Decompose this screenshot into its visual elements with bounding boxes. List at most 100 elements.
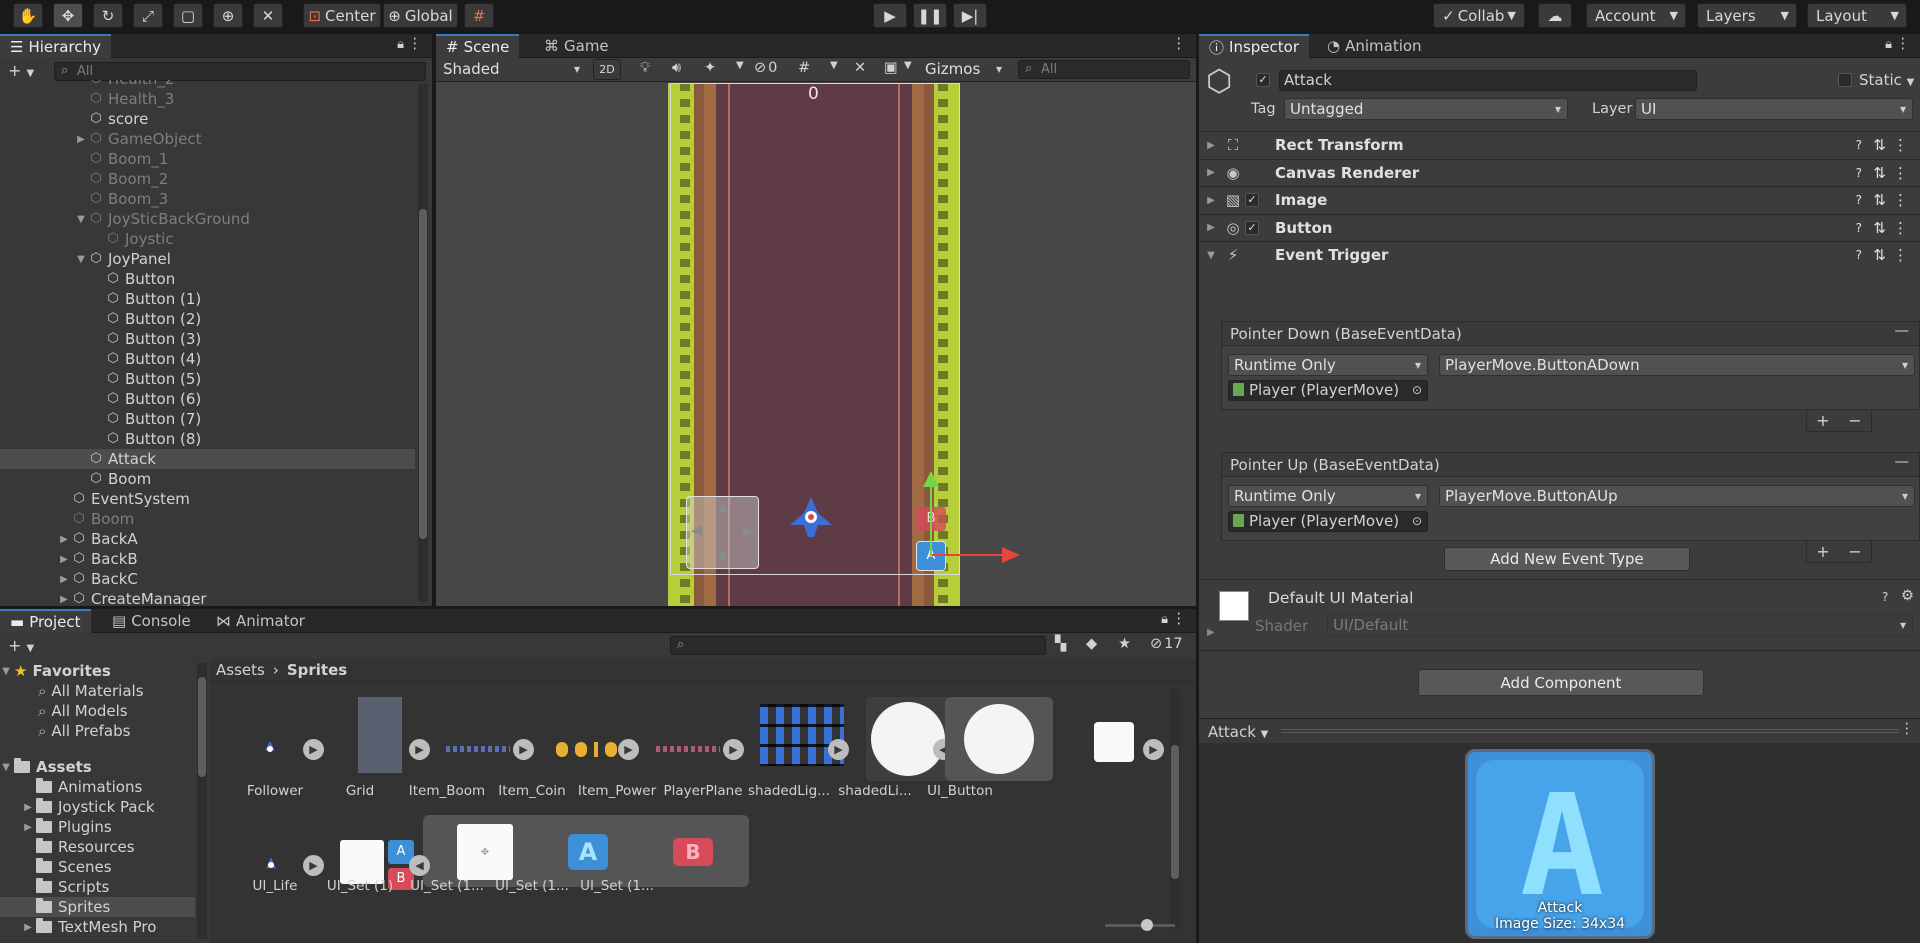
favorite-item[interactable]: ⌕ All Materials <box>0 681 195 701</box>
folder-item[interactable]: ▶ Plugins <box>0 817 195 837</box>
static-dropdown[interactable]: Static ▼ <box>1859 71 1914 89</box>
expand-open-icon[interactable]: ▼ <box>75 214 87 225</box>
breadcrumb-sprites[interactable]: Sprites <box>287 661 347 679</box>
move-gizmo-y-arrow[interactable] <box>923 471 939 487</box>
play-icon[interactable]: ▶ <box>618 739 639 760</box>
shading-dropdown[interactable]: Shaded <box>438 59 586 81</box>
preset-icon[interactable]: ⇅ <box>1873 136 1886 154</box>
hierarchy-item[interactable]: ▼ ⬡ JoySticBackGround <box>0 209 415 229</box>
help-icon[interactable]: ? <box>1856 193 1862 207</box>
audio-icon[interactable]: 🔊︎ <box>672 60 681 76</box>
gear-icon[interactable]: ⚙ <box>1901 588 1914 604</box>
lock-icon[interactable]: 🔒︎ <box>1161 612 1168 627</box>
function-dropdown[interactable]: PlayerMove.ButtonAUp <box>1439 485 1915 507</box>
asset-label[interactable]: UI_Set (1) <box>310 878 410 894</box>
component-enabled-checkbox[interactable]: ✓ <box>1245 220 1259 235</box>
preview-drag-handle[interactable] <box>1281 729 1899 733</box>
asset-label[interactable]: shadedLig... <box>739 783 839 799</box>
expand-closed-icon[interactable]: ▶ <box>58 534 70 545</box>
preset-icon[interactable]: ⇅ <box>1873 219 1886 237</box>
tree-scrollbar[interactable] <box>197 663 207 939</box>
play-icon[interactable]: ◀ <box>409 855 430 876</box>
chevron-down-icon[interactable]: ▼ <box>904 60 912 71</box>
preset-icon[interactable]: ⇅ <box>1873 164 1886 182</box>
joystick-panel[interactable]: ▲ ▼ ◀ ▶ <box>686 496 759 569</box>
play-icon[interactable]: ▶ <box>723 739 744 760</box>
more-icon[interactable]: ⋮ <box>1893 164 1908 182</box>
hierarchy-item[interactable]: ⬡ Button (7) <box>0 409 415 429</box>
hierarchy-item[interactable]: ⬡ Attack <box>0 449 415 469</box>
more-icon[interactable]: ⋮ <box>1893 191 1908 209</box>
target-object-field[interactable]: Player (PlayerMove) ⊙ <box>1228 511 1428 532</box>
help-icon[interactable]: ? <box>1856 248 1862 262</box>
hierarchy-item[interactable]: ⬡ Boom <box>0 509 415 529</box>
lock-icon[interactable]: 🔒︎ <box>1885 37 1892 52</box>
hierarchy-item[interactable]: ▶ ⬡ BackB <box>0 549 415 569</box>
hierarchy-item[interactable]: ⬡ Boom_2 <box>0 169 415 189</box>
expand-closed-icon[interactable]: ▶ <box>1201 140 1221 151</box>
preset-icon[interactable]: ⇅ <box>1873 191 1886 209</box>
hierarchy-item[interactable]: ▶ ⬡ BackA <box>0 529 415 549</box>
pivot-toggle[interactable]: ⊡ Center <box>303 3 381 28</box>
preview-dropdown[interactable]: Attack ▼ <box>1208 723 1268 741</box>
tab-hierarchy[interactable]: ☰ Hierarchy <box>0 34 111 58</box>
play-icon[interactable]: ▶ <box>1143 739 1164 760</box>
effects-icon[interactable]: ✦ <box>704 60 716 76</box>
object-picker-icon[interactable]: ⊙ <box>1412 381 1422 400</box>
hierarchy-item[interactable]: ⬡ Button (2) <box>0 309 415 329</box>
tab-game[interactable]: ⌘ Game <box>534 34 619 58</box>
hierarchy-scrollbar[interactable] <box>418 84 428 602</box>
space-toggle[interactable]: ⊕ Global <box>383 3 458 28</box>
expand-closed-icon[interactable]: ▶ <box>1201 222 1221 233</box>
play-icon[interactable]: ▶ <box>409 739 430 760</box>
filter-type-icon[interactable]: ▚ <box>1055 636 1066 652</box>
more-icon[interactable]: ⋮ <box>1900 721 1915 737</box>
play-icon[interactable]: ▶ <box>828 739 849 760</box>
expand-closed-icon[interactable]: ▶ <box>1201 195 1221 206</box>
hierarchy-item[interactable]: ⬡ Button (4) <box>0 349 415 369</box>
more-icon[interactable]: ⋮ <box>1896 36 1911 52</box>
folder-item[interactable]: Sprites <box>0 897 195 917</box>
hierarchy-item[interactable]: ⬡ Button (5) <box>0 369 415 389</box>
hierarchy-item[interactable]: ⬡ Button (1) <box>0 289 415 309</box>
expand-open-icon[interactable]: ▼ <box>1201 250 1221 261</box>
scrollbar-thumb[interactable] <box>198 677 206 777</box>
asset-label[interactable]: UI_Set (1... <box>567 878 667 894</box>
hierarchy-item[interactable]: ▼ ⬡ JoyPanel <box>0 249 415 269</box>
tab-animator[interactable]: ⋈ Animator <box>206 609 315 633</box>
play-icon[interactable]: ▶ <box>513 739 534 760</box>
rotate-tool-icon[interactable]: ↻ <box>93 3 123 28</box>
scrollbar-thumb[interactable] <box>419 209 427 539</box>
help-icon[interactable]: ? <box>1856 221 1862 235</box>
tag-dropdown[interactable]: Untagged <box>1284 98 1568 120</box>
component-header[interactable]: ▶ ⛶ Rect Transform? ⇅ ⋮ <box>1199 131 1920 158</box>
camera-icon[interactable]: ▣ <box>884 60 898 76</box>
favorite-item[interactable]: ⌕ All Models <box>0 701 195 721</box>
layer-dropdown[interactable]: UI <box>1635 98 1913 120</box>
asset-label[interactable]: PlayerPlane <box>653 783 753 799</box>
runtime-dropdown[interactable]: Runtime Only <box>1228 485 1428 507</box>
expand-closed-icon[interactable]: ▶ <box>1201 167 1221 178</box>
hierarchy-item[interactable]: ⬡ Button (6) <box>0 389 415 409</box>
hidden-objects-toggle[interactable]: ⊘ 0 <box>754 60 777 76</box>
collab-dropdown[interactable]: ✓ Collab ▼ <box>1433 3 1525 28</box>
pause-button[interactable]: ❚❚ <box>913 3 947 28</box>
folder-item[interactable]: ▶ TextMesh Pro <box>0 917 195 937</box>
folder-item[interactable]: Resources <box>0 837 195 857</box>
more-icon[interactable]: ⋮ <box>1893 136 1908 154</box>
layers-dropdown[interactable]: Layers ▼ <box>1697 3 1797 28</box>
expand-open-icon[interactable]: ▼ <box>75 254 87 265</box>
move-gizmo-y-axis[interactable] <box>930 480 932 556</box>
asset-scrollbar[interactable] <box>1170 689 1180 929</box>
tab-project[interactable]: ▬ Project <box>0 609 91 633</box>
active-checkbox[interactable]: ✓ <box>1256 73 1270 87</box>
move-gizmo-x-axis[interactable] <box>932 554 1004 556</box>
folder-item[interactable]: Scenes <box>0 857 195 877</box>
lock-icon[interactable]: 🔒︎ <box>397 37 404 52</box>
snap-icon[interactable]: # <box>464 3 494 28</box>
move-tool-icon[interactable]: ✥ <box>53 3 83 28</box>
static-checkbox[interactable] <box>1838 73 1852 87</box>
hidden-packages-toggle[interactable]: ⊘ 17 <box>1150 636 1183 652</box>
gizmos-dropdown[interactable]: Gizmos <box>920 59 1008 81</box>
help-icon[interactable]: ? <box>1856 166 1862 180</box>
